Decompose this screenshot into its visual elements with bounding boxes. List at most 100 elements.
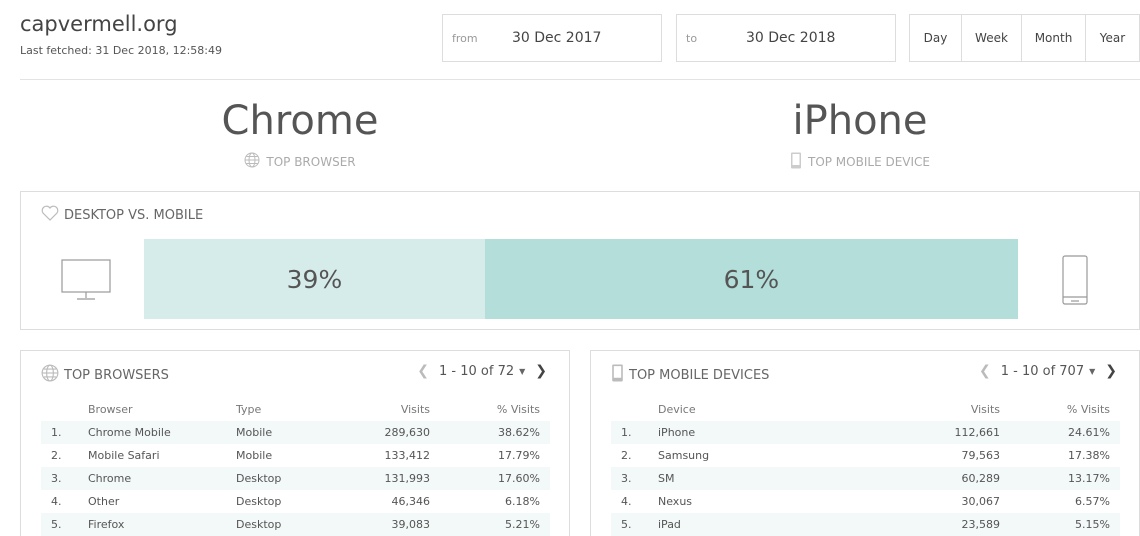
devices-page-count[interactable]: 1 - 10 of 707 ▼ [1001, 364, 1096, 379]
table-row[interactable]: 4. Other Desktop 46,346 6.18% [41, 490, 550, 513]
top-browser-name: Chrome [221, 98, 379, 144]
browser-visits-pct: 38.62% [440, 421, 550, 444]
column-header[interactable]: Type [236, 398, 346, 421]
device-name: Samsung [658, 449, 710, 462]
table-row[interactable]: 4. Nexus 30,067 6.57% [611, 490, 1120, 513]
browser-type: Desktop [236, 495, 282, 508]
caret-down-icon: ▼ [1089, 366, 1096, 376]
date-from-label: from [452, 31, 478, 45]
range-month-button[interactable]: Month [1022, 15, 1086, 61]
browser-visits-pct: 17.79% [498, 449, 540, 462]
globe-icon [244, 152, 260, 171]
chevron-right-icon[interactable]: ❯ [1105, 363, 1117, 379]
chevron-left-icon[interactable]: ❮ [417, 363, 429, 379]
device-visits-pct: 24.61% [1010, 421, 1120, 444]
top-device-name: iPhone [792, 98, 928, 144]
range-week-button[interactable]: Week [962, 15, 1022, 61]
heart-icon [41, 205, 59, 225]
table-header-row: Device Visits % Visits [611, 398, 1120, 421]
row-index: 1. [41, 421, 88, 444]
date-to-field[interactable]: to 30 Dec 2018 [676, 14, 896, 62]
range-day-button[interactable]: Day [910, 15, 962, 61]
table-row[interactable]: 5. iPad 23,589 5.15% [611, 513, 1120, 536]
desktop-vs-mobile-panel: DESKTOP VS. MOBILE 39% 61% [20, 191, 1140, 330]
device-visits-pct: 17.38% [1068, 449, 1110, 462]
browser-visits: 39,083 [346, 513, 440, 536]
device-visits-pct: 5.15% [1010, 513, 1120, 536]
table-header-row: Browser Type Visits % Visits [41, 398, 550, 421]
row-index: 3. [611, 467, 658, 490]
top-device-label: TOP MOBILE DEVICE [807, 155, 930, 169]
browser-type: Mobile [236, 449, 273, 462]
devices-page-range: 1 - 10 of 707 [1000, 363, 1085, 379]
globe-icon [41, 364, 59, 386]
browser-visits: 289,630 [346, 421, 440, 444]
chevron-left-icon[interactable]: ❮ [979, 363, 991, 379]
date-from-field[interactable]: from 30 Dec 2017 [442, 14, 662, 62]
device-name: iPhone [658, 421, 916, 444]
monitor-icon [61, 259, 111, 305]
device-visits: 79,563 [961, 449, 1001, 462]
top-browsers-title: TOP BROWSERS [64, 367, 169, 383]
device-visits-pct: 13.17% [1010, 467, 1120, 490]
browser-type: Desktop [236, 513, 346, 536]
chevron-right-icon[interactable]: ❯ [535, 363, 547, 379]
column-header[interactable]: Device [658, 398, 916, 421]
row-index: 4. [51, 495, 62, 508]
browser-type: Desktop [236, 467, 346, 490]
column-header[interactable]: Visits [916, 398, 1010, 421]
table-row[interactable]: 2. Samsung 79,563 17.38% [611, 444, 1120, 467]
browser-visits-pct: 6.18% [505, 495, 540, 508]
browser-visits: 133,412 [384, 449, 431, 462]
table-row[interactable]: 1. iPhone 112,661 24.61% [611, 421, 1120, 444]
device-visits-pct: 6.57% [1075, 495, 1110, 508]
browsers-pager: ❮ 1 - 10 of 72 ▼ ❯ [417, 363, 547, 379]
table-row[interactable]: 5. Firefox Desktop 39,083 5.21% [41, 513, 550, 536]
date-to-value: 30 Dec 2018 [746, 30, 836, 46]
row-index: 5. [611, 513, 658, 536]
range-year-button[interactable]: Year [1086, 15, 1139, 61]
row-index: 2. [621, 449, 632, 462]
table-row[interactable]: 3. Chrome Desktop 131,993 17.60% [41, 467, 550, 490]
browsers-page-range: 1 - 10 of 72 [439, 363, 515, 379]
desktop-vs-mobile-title: DESKTOP VS. MOBILE [64, 207, 204, 223]
table-row[interactable]: 2. Mobile Safari Mobile 133,412 17.79% [41, 444, 550, 467]
column-header[interactable]: Browser [88, 398, 236, 421]
table-row[interactable]: 1. Chrome Mobile Mobile 289,630 38.62% [41, 421, 550, 444]
desktop-mobile-bar: 39% 61% [144, 239, 1018, 319]
device-visits: 23,589 [916, 513, 1010, 536]
row-index: 2. [51, 449, 62, 462]
browsers-table: Browser Type Visits % Visits 1. Chrome M… [41, 398, 550, 536]
device-name: iPad [658, 513, 916, 536]
header-divider [20, 79, 1140, 80]
device-visits: 60,289 [916, 467, 1010, 490]
row-index: 4. [621, 495, 632, 508]
phone-icon [611, 364, 624, 386]
devices-pager: ❮ 1 - 10 of 707 ▼ ❯ [979, 363, 1117, 379]
column-header[interactable]: Visits [346, 398, 440, 421]
desktop-share-segment: 39% [144, 239, 485, 319]
column-header[interactable]: % Visits [440, 398, 550, 421]
browser-name: Mobile Safari [88, 449, 160, 462]
devices-table: Device Visits % Visits 1. iPhone 112,661… [611, 398, 1120, 536]
browser-type: Mobile [236, 421, 346, 444]
row-index: 5. [41, 513, 88, 536]
caret-down-icon: ▼ [519, 366, 526, 376]
top-device-stat: iPhone TOP MOBILE DEVICE [660, 97, 1060, 172]
browser-name: Other [88, 495, 120, 508]
phone-icon [790, 152, 802, 172]
table-row[interactable]: 3. SM 60,289 13.17% [611, 467, 1120, 490]
top-browser-stat: Chrome TOP BROWSER [100, 97, 500, 171]
site-title: capvermell.org [20, 12, 178, 36]
date-to-label: to [686, 31, 698, 45]
browser-name: Firefox [88, 513, 236, 536]
date-from-value: 30 Dec 2017 [512, 30, 602, 46]
device-visits: 112,661 [916, 421, 1010, 444]
top-mobile-devices-panel: TOP MOBILE DEVICES ❮ 1 - 10 of 707 ▼ ❯ D… [590, 350, 1140, 536]
top-mobile-devices-title: TOP MOBILE DEVICES [629, 367, 770, 383]
browser-visits-pct: 17.60% [440, 467, 550, 490]
mobile-phone-icon [1062, 255, 1088, 309]
browsers-page-count[interactable]: 1 - 10 of 72 ▼ [439, 364, 525, 379]
column-header[interactable]: % Visits [1010, 398, 1120, 421]
device-name: SM [658, 467, 916, 490]
